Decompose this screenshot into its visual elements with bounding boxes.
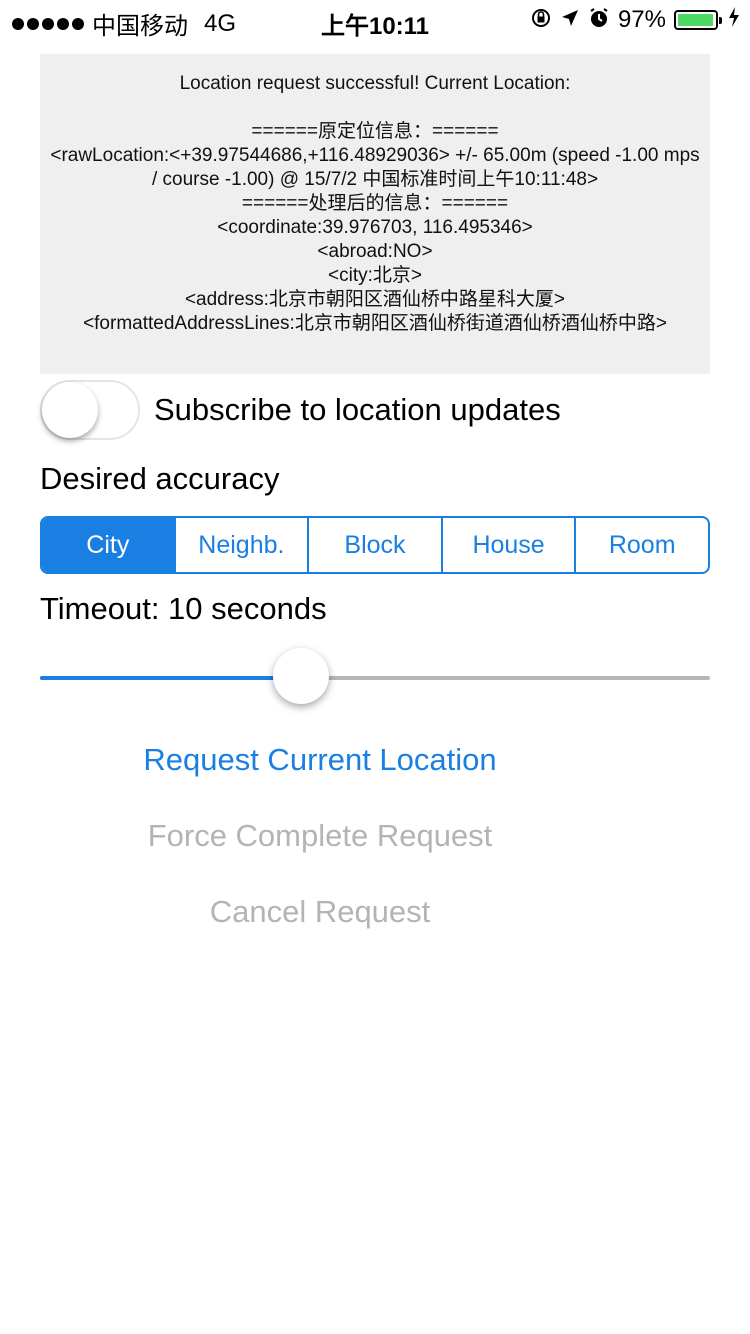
timeout-label: Timeout: 10 seconds [40,591,327,626]
log-line: <abroad:NO> [317,241,433,262]
segment-room[interactable]: Room [574,518,708,572]
subscribe-label: Subscribe to location updates [154,392,561,427]
log-line: Location request successful! Current Loc… [179,73,571,94]
cancel-request-button[interactable]: Cancel Request [0,894,640,930]
segment-block[interactable]: Block [307,518,441,572]
subscribe-toggle[interactable] [40,380,140,440]
log-line: <address:北京市朝阳区酒仙桥中路星科大厦> [184,289,566,310]
log-line: <coordinate:39.976703, 116.495346> [217,217,533,238]
log-line: <city:北京> [328,265,422,286]
segment-city[interactable]: City [42,518,174,572]
log-line: <formattedAddressLines:北京市朝阳区酒仙桥街道酒仙桥酒仙桥… [83,313,667,334]
status-bar: 中国移动 4G 上午10:11 97% [0,0,750,40]
segment-neighborhood[interactable]: Neighb. [173,518,308,572]
force-complete-button[interactable]: Force Complete Request [0,818,640,854]
battery-icon [674,10,722,30]
battery-percent: 97% [617,6,666,33]
subscribe-row: Subscribe to location updates [40,380,561,440]
toggle-knob[interactable] [42,382,98,438]
segment-house[interactable]: House [440,518,575,572]
charging-bolt-icon [728,7,740,33]
location-arrow-icon [560,8,580,33]
request-location-button[interactable]: Request Current Location [0,742,640,778]
orientation-lock-icon [530,7,552,34]
slider-track-fill [40,676,302,680]
battery-level-fill [678,14,713,26]
log-line: ======原定位信息：====== [251,121,499,142]
location-log: Location request successful! Current Loc… [40,54,710,374]
accuracy-segmented-control: City Neighb. Block House Room [40,516,710,574]
log-line: ======处理后的信息：====== [241,193,509,214]
slider-track[interactable] [40,676,710,680]
slider-thumb[interactable] [273,648,330,704]
alarm-icon [588,7,610,34]
timeout-slider[interactable] [40,648,710,708]
desired-accuracy-label: Desired accuracy [40,461,280,496]
status-right: 97% [530,6,740,34]
log-line: <rawLocation:<+39.97544686,+116.48929036… [50,145,705,190]
